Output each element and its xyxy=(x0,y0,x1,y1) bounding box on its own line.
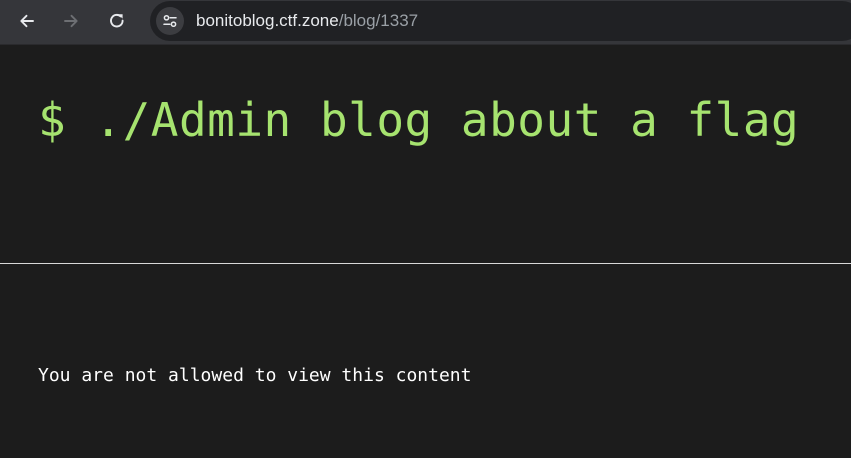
page-content: $ ./Admin blog about a flag You are not … xyxy=(0,45,851,458)
tune-icon xyxy=(163,14,177,28)
address-bar[interactable]: bonitoblog.ctf.zone/blog/1337 xyxy=(150,1,851,41)
site-info-button[interactable] xyxy=(156,7,184,35)
browser-toolbar: bonitoblog.ctf.zone/blog/1337 xyxy=(0,0,851,45)
reload-icon xyxy=(110,13,124,28)
back-arrow-icon xyxy=(20,14,34,28)
page-title: $ ./Admin blog about a flag xyxy=(38,93,800,147)
forward-arrow-icon xyxy=(64,14,78,28)
reload-button[interactable] xyxy=(103,7,131,35)
divider xyxy=(0,263,851,264)
forward-button[interactable] xyxy=(57,7,85,35)
back-button[interactable] xyxy=(13,7,41,35)
url-text[interactable]: bonitoblog.ctf.zone/blog/1337 xyxy=(196,11,418,31)
access-denied-message: You are not allowed to view this content xyxy=(38,365,472,386)
url-path: /blog/1337 xyxy=(338,11,419,30)
url-host: bonitoblog.ctf.zone xyxy=(196,11,339,30)
